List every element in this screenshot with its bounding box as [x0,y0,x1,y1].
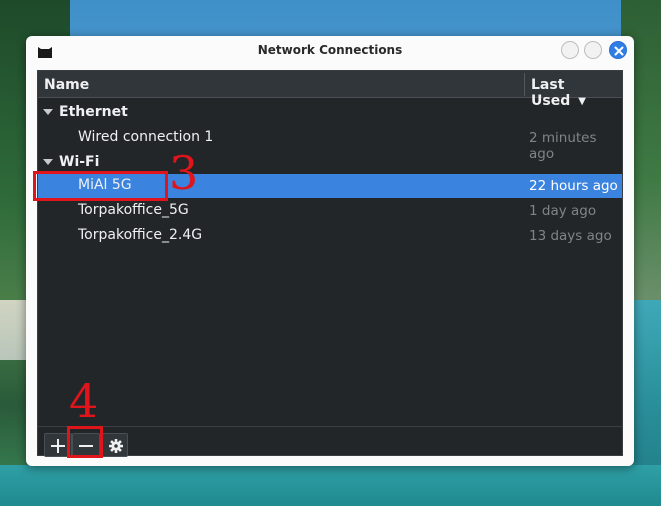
plus-icon [51,439,65,453]
connection-name: Wired connection 1 [78,129,214,145]
annotation-number-step4: 4 [69,374,99,428]
group-label: Wi-Fi [59,154,100,170]
connection-row[interactable]: Torpakoffice_5G 1 day ago [38,199,622,223]
minimize-button[interactable] [561,41,579,59]
connection-row[interactable]: Wired connection 1 2 minutes ago [38,126,622,162]
connection-last-used: 22 hours ago [529,178,618,194]
triangle-down-icon[interactable] [43,159,53,166]
maximize-button[interactable] [584,41,602,59]
gear-icon [109,439,123,453]
desktop-wallpaper-bottom [0,465,661,506]
triangle-down-icon[interactable] [43,109,53,116]
connection-row[interactable]: Torpakoffice_2.4G 13 days ago [38,224,622,248]
group-label: Ethernet [59,104,128,120]
group-row-ethernet[interactable]: Ethernet [38,101,622,125]
annotation-box-step3 [33,171,168,201]
connection-name: Torpakoffice_5G [78,202,189,218]
connection-last-used: 1 day ago [529,203,597,219]
action-toolbar [38,426,622,457]
connections-panel: Name Last Used ▼ Ethernet Wired connectio… [37,70,623,457]
connection-name: Torpakoffice_2.4G [78,227,203,243]
annotation-number-step3: 3 [169,146,199,200]
annotation-box-step4 [67,426,103,458]
column-divider[interactable] [524,73,525,96]
close-icon [614,46,624,56]
connection-last-used: 13 days ago [529,228,612,244]
column-name-header[interactable]: Name [44,77,89,93]
window-title: Network Connections [257,43,403,57]
network-connections-window: Network Connections Name Last Used ▼ Ethe… [26,36,634,466]
title-bar[interactable]: Network Connections [26,36,634,66]
edit-connection-button[interactable] [102,433,128,457]
column-header: Name Last Used ▼ [38,71,622,109]
close-button[interactable] [609,41,627,59]
